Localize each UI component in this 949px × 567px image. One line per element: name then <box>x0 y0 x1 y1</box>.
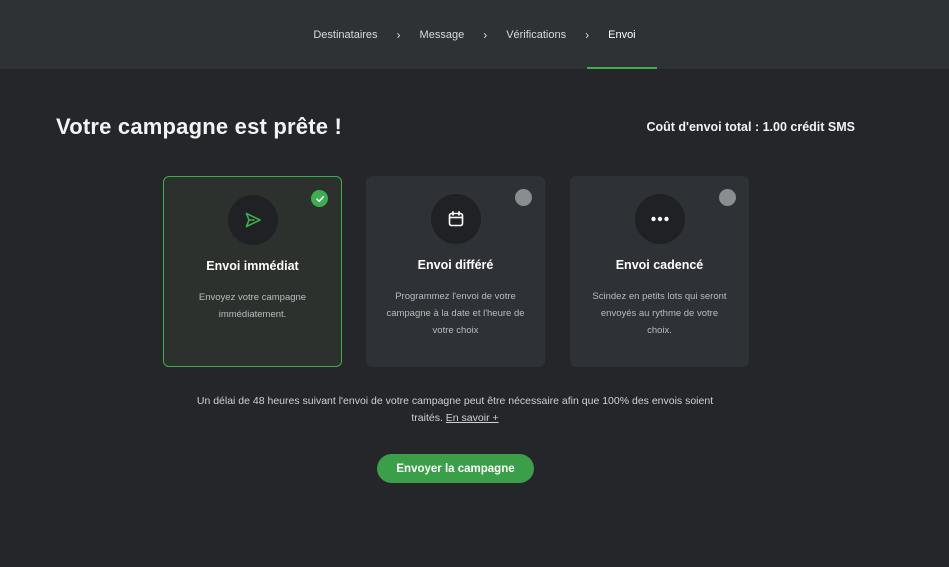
card-description: Envoyez votre campagne immédiatement. <box>198 292 307 320</box>
card-description: Scindez en petits lots qui seront envoyé… <box>592 291 727 336</box>
calendar-icon <box>430 194 481 244</box>
radio-unchecked-icon[interactable] <box>719 189 736 206</box>
chevron-right-icon: › <box>483 27 488 42</box>
step-verifications[interactable]: Vérifications <box>504 0 568 69</box>
option-card-paced[interactable]: Envoi cadencé Scindez en petits lots qui… <box>570 176 749 367</box>
send-campaign-button[interactable]: Envoyer la campagne <box>377 454 534 483</box>
ellipsis-icon <box>634 194 685 244</box>
send-icon <box>227 195 278 245</box>
delay-notice: Un délai de 48 heures suivant l'envoi de… <box>190 393 720 427</box>
card-title: Envoi différé <box>417 258 494 272</box>
chevron-right-icon: › <box>585 27 590 42</box>
page-title: Votre campagne est prête ! <box>56 114 342 139</box>
radio-unchecked-icon[interactable] <box>515 189 532 206</box>
total-cost: Coût d'envoi total : 1.00 crédit SMS <box>646 120 855 134</box>
option-card-immediate[interactable]: Envoi immédiat Envoyez votre campagne im… <box>163 176 342 367</box>
learn-more-link[interactable]: En savoir + <box>446 412 499 424</box>
chevron-right-icon: › <box>396 27 401 42</box>
radio-checked-icon[interactable] <box>311 190 328 207</box>
step-destinataires[interactable]: Destinataires <box>311 0 379 69</box>
stepper: Destinataires › Message › Vérifications … <box>0 0 949 69</box>
option-card-scheduled[interactable]: Envoi différé Programmez l'envoi de votr… <box>366 176 545 367</box>
card-description: Programmez l'envoi de votre campagne à l… <box>386 291 525 336</box>
card-title: Envoi immédiat <box>206 259 299 273</box>
card-title: Envoi cadencé <box>615 258 704 272</box>
step-envoi[interactable]: Envoi <box>587 0 656 69</box>
step-message[interactable]: Message <box>418 0 467 69</box>
